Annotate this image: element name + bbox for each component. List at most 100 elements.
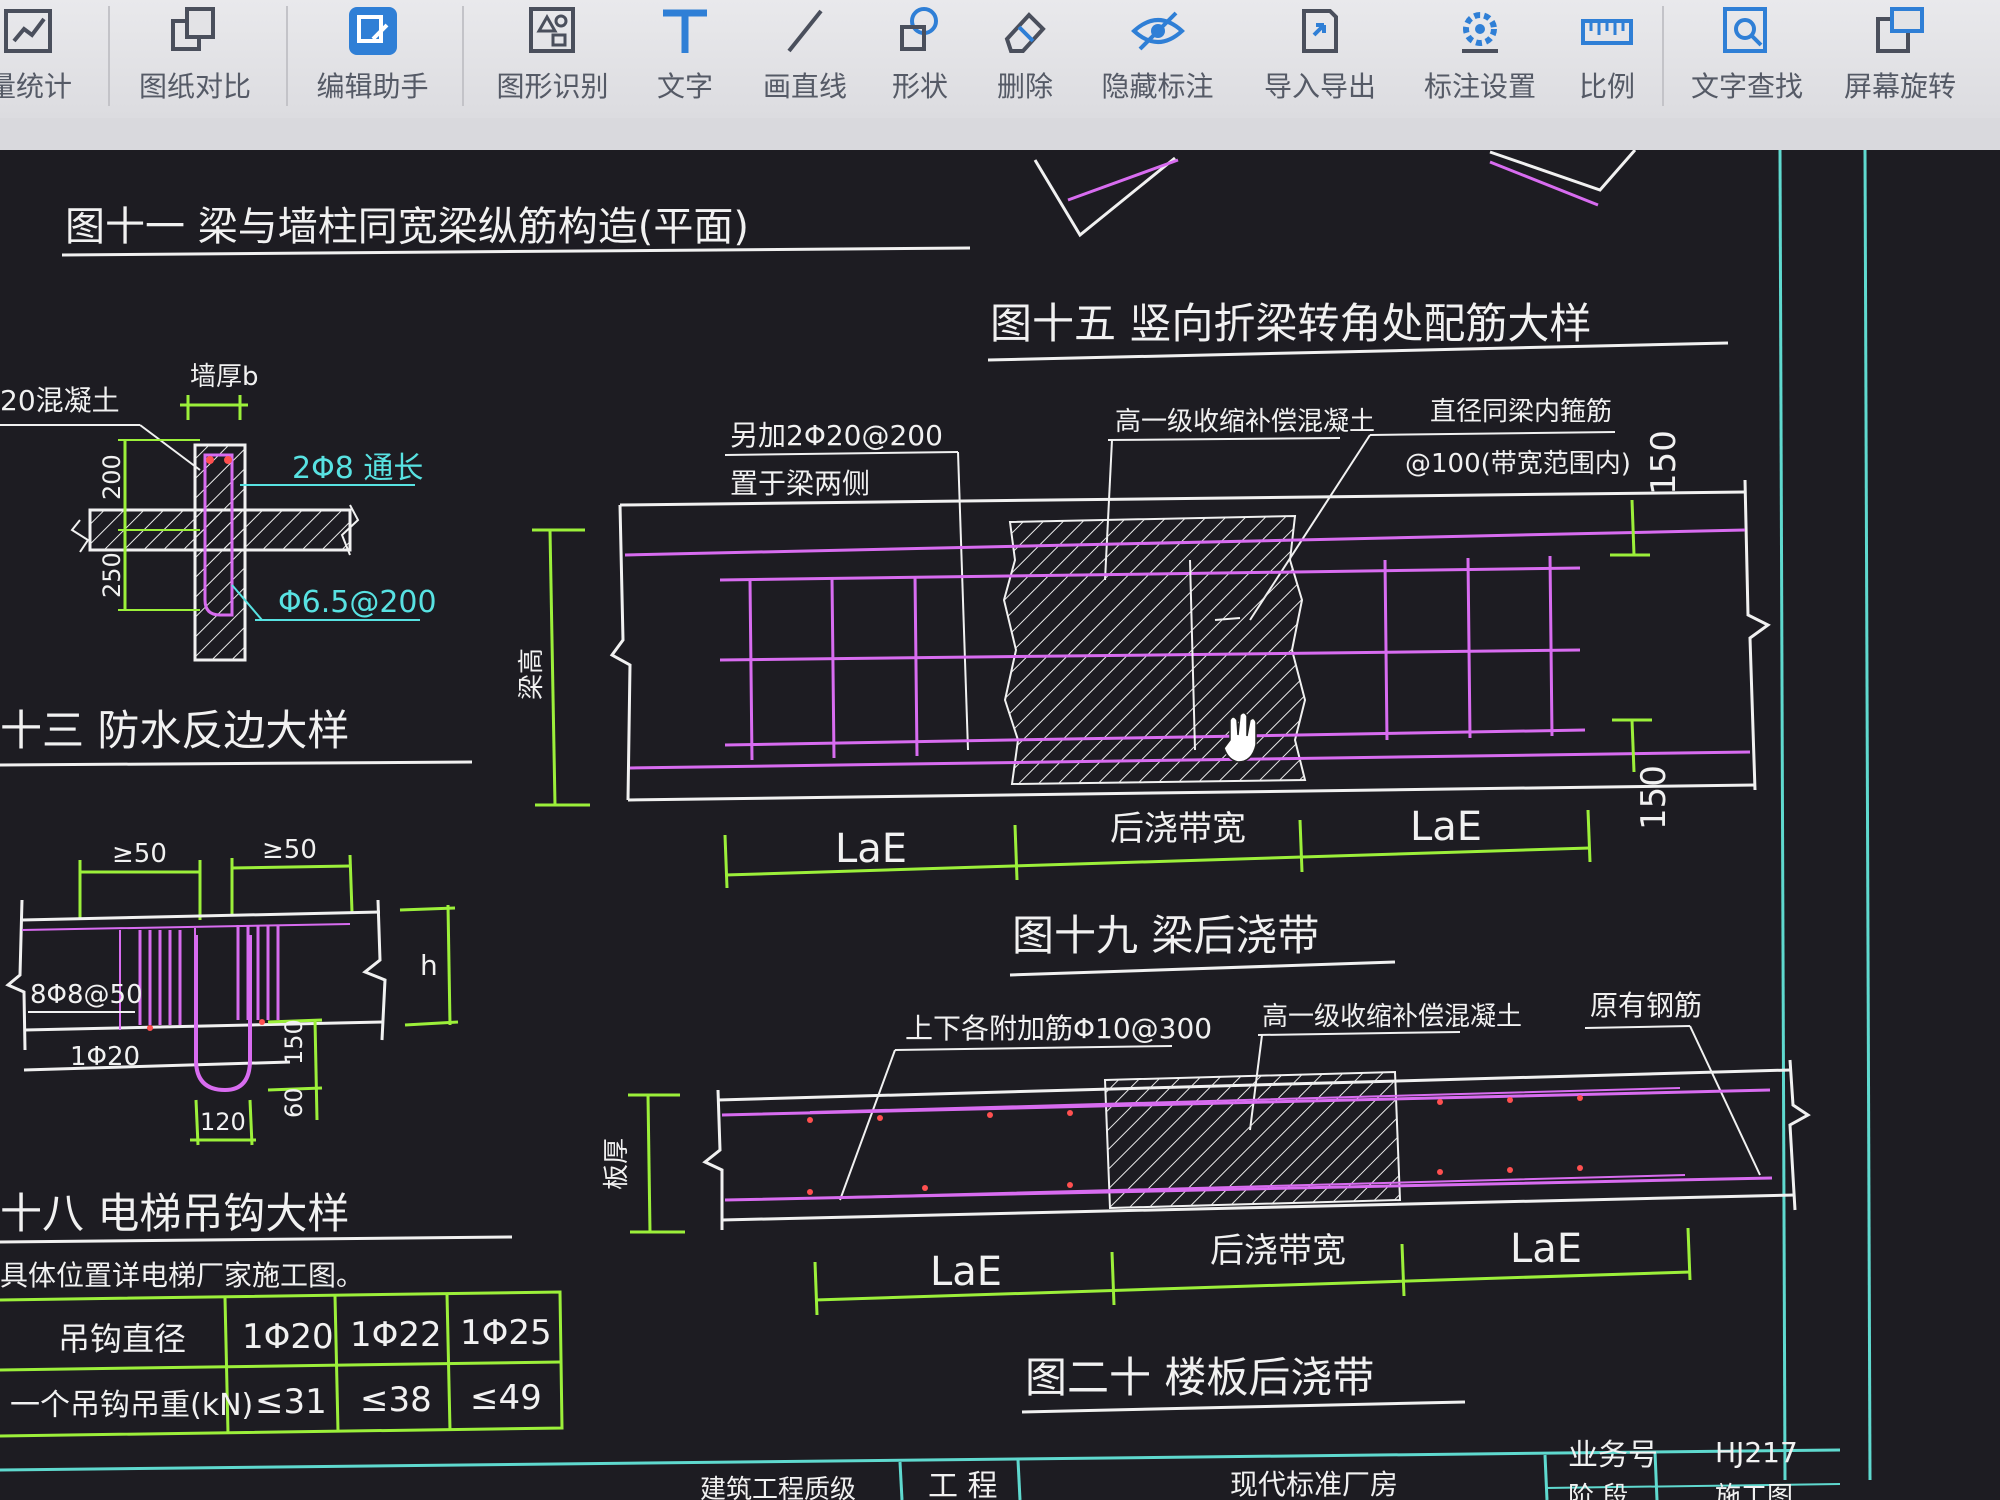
toolbar-separator [1662,6,1664,106]
fig18-dim-50a: ≥50 [112,839,167,869]
fig18-note: 具体位置详电梯厂家施工图。 [0,1259,364,1292]
toolbar-annotation-settings-button[interactable]: 标注设置 [1410,0,1550,115]
fig19-dim-mid: 后浇带宽 [1110,809,1246,849]
fig20-note1: 上下各附加筋Φ10@300 [905,1012,1212,1045]
fig15-title: 图十五 竖向折梁转角处配筋大样 [990,299,1591,348]
hook-table-col: 1Φ20 [242,1317,334,1357]
title-underline [0,760,473,767]
toolbar-separator [108,6,110,106]
toolbar-import-export-button[interactable]: 导入导出 [1250,0,1390,115]
text-icon [663,9,707,53]
toolbar-compare-button[interactable]: 图纸对比 [130,0,260,115]
toolbar-label: 文字 [656,70,713,103]
fig13-dim-250: 250 [98,552,126,598]
toolbar-separator [462,6,464,106]
title-block-stage-value: 施工图 [1715,1482,1793,1500]
fig15-beam-height: 梁高 [517,648,547,700]
fig13-dim-200: 200 [98,454,126,500]
fig18-title: 十八 电梯吊钩大样 [0,1189,349,1238]
toolbar-label: 隐藏标注 [1101,70,1214,103]
fig19-dimensions: LaE 后浇带宽 LaE [723,804,1592,889]
toolbar-delete-button[interactable]: 删除 [980,0,1070,115]
fig13-wall-label: 墙厚b [190,362,259,392]
shape-recognition-icon [528,7,575,53]
toolbar-label: 删除 [996,70,1053,103]
toolbar-shape-recognition-button[interactable]: 图形识别 [485,0,620,115]
drawing-canvas[interactable]: 图十一 梁与墙柱同宽梁纵筋构造(平面) 墙厚b 20混凝土 200 250 2Φ… [0,150,2000,1500]
fig20-slab-thickness: 板厚 [602,1138,632,1190]
title-block-company: 建筑工程质级 [700,1475,856,1500]
toolbar-quantity-button[interactable]: 量统计 [0,0,80,115]
hook-table-header: 吊钩直径 [58,1320,186,1358]
toolbar-edit-assistant-button[interactable]: 编辑助手 [305,0,440,115]
import-export-icon [1302,9,1338,53]
title-block-project-label: 工 程 [928,1469,998,1500]
fig15-dim-150-top: 150 [1644,430,1684,495]
fig20-title: 图二十 楼板后浇带 [1025,1353,1374,1402]
fig20-note2: 高一级收缩补偿混凝土 [1262,1002,1522,1032]
fig15-note2: 高一级收缩补偿混凝土 [1115,407,1375,437]
fig20-dim-left: LaE [930,1249,1002,1295]
hook-table-value: ≤31 [255,1382,327,1422]
toolbar-scale-button[interactable]: 比例 [1562,0,1652,115]
frame-line [1778,150,1787,1481]
toolbar-label: 文字查找 [1690,70,1803,103]
fig20-dim-right: LaE [1510,1226,1582,1272]
fig15-note1-line2: 置于梁两侧 [730,467,870,500]
toolbar-label: 量统计 [0,70,72,103]
toolbar-line-button[interactable]: 画直线 [750,0,860,115]
ruler-icon [1581,19,1633,45]
fig19-dim-left: LaE [835,826,907,872]
toolbar-label: 编辑助手 [316,70,429,103]
fig20-dim-mid: 后浇带宽 [1210,1231,1346,1271]
edit-assistant-icon [348,7,397,55]
toolbar-label: 导入导出 [1263,70,1376,103]
toolbar-text-search-button[interactable]: 文字查找 [1682,0,1812,115]
fig19-dim-right: LaE [1410,804,1482,850]
fig15-note3-line2: @100(带宽范围内) [1405,449,1631,479]
hook-table-value: ≤49 [470,1378,542,1418]
toolbar-hide-annotation-button[interactable]: 隐藏标注 [1090,0,1225,115]
hook-table-value: ≤38 [360,1380,432,1420]
compare-icon [171,7,215,51]
toolbar-text-button[interactable]: 文字 [640,0,730,115]
fig20-note3: 原有钢筋 [1590,989,1702,1022]
shape-icon [900,7,938,51]
fig19-title: 图十九 梁后浇带 [1012,911,1319,960]
fig18-dim-50b: ≥50 [262,835,317,865]
title-underline [1009,960,1396,977]
fig15-dim-150-bottom: 150 [1634,765,1674,830]
fig13-stirrup: Φ6.5@200 [278,585,437,620]
quantity-icon [4,9,52,53]
toolbar-label: 图纸对比 [138,70,251,103]
toolbar-shape-button[interactable]: 形状 [875,0,965,115]
fig18-dim-120: 120 [200,1108,246,1136]
toolbar-label: 屏幕旋转 [1843,70,1956,103]
fig13-title: 十三 防水反边大样 [0,706,349,755]
fig18-dim-60: 60 [280,1087,308,1118]
fig13-detail: 墙厚b 20混凝土 200 250 2Φ8 通长 Φ6.5@200 [0,362,437,662]
fig15-note3-line1: 直径同梁内箍筋 [1430,397,1612,427]
title-block-stage-label: 阶 段 [1568,1482,1628,1500]
annotation-settings-icon [1462,12,1498,53]
cad-drawing: 图十一 梁与墙柱同宽梁纵筋构造(平面) 墙厚b 20混凝土 200 250 2Φ… [0,150,1872,1500]
text-search-icon [1723,7,1767,53]
toolbar-label: 图形识别 [496,70,609,103]
title-block-job-label: 业务号 [1568,1438,1658,1473]
fig15-beam-detail: 另加2Φ20@200 置于梁两侧 高一级收缩补偿混凝土 直径同梁内箍筋 @100… [517,397,1771,830]
title-block-project-value: 现代标准厂房 [1230,1468,1398,1500]
toolbar-separator [286,6,288,106]
toolbar: 量统计 图纸对比 编辑助手 图形识别 文字 画直线 形状 删除 隐藏标注 导入导… [0,0,2000,120]
toolbar-screen-rotate-button[interactable]: 屏幕旋转 [1835,0,1965,115]
hook-table: 吊钩直径 1Φ20 1Φ22 1Φ25 一个吊钩吊重(kN) ≤31 ≤38 ≤… [0,1290,564,1438]
partial-shape [1067,158,1179,202]
fig11-title: 图十一 梁与墙柱同宽梁纵筋构造(平面) [65,204,749,250]
line-icon [787,9,823,53]
title-underline [1021,1400,1466,1414]
toolbar-label: 形状 [891,70,948,103]
toolbar-label: 画直线 [762,70,847,103]
fig18-detail: ≥50 ≥50 8Φ8@50 1Φ20 h 150 60 120 [5,835,459,1146]
eye-hide-icon [1130,11,1185,51]
fig13-rebar-top: 2Φ8 通长 [292,451,423,486]
title-block-job-value: HJ217 [1715,1436,1798,1469]
